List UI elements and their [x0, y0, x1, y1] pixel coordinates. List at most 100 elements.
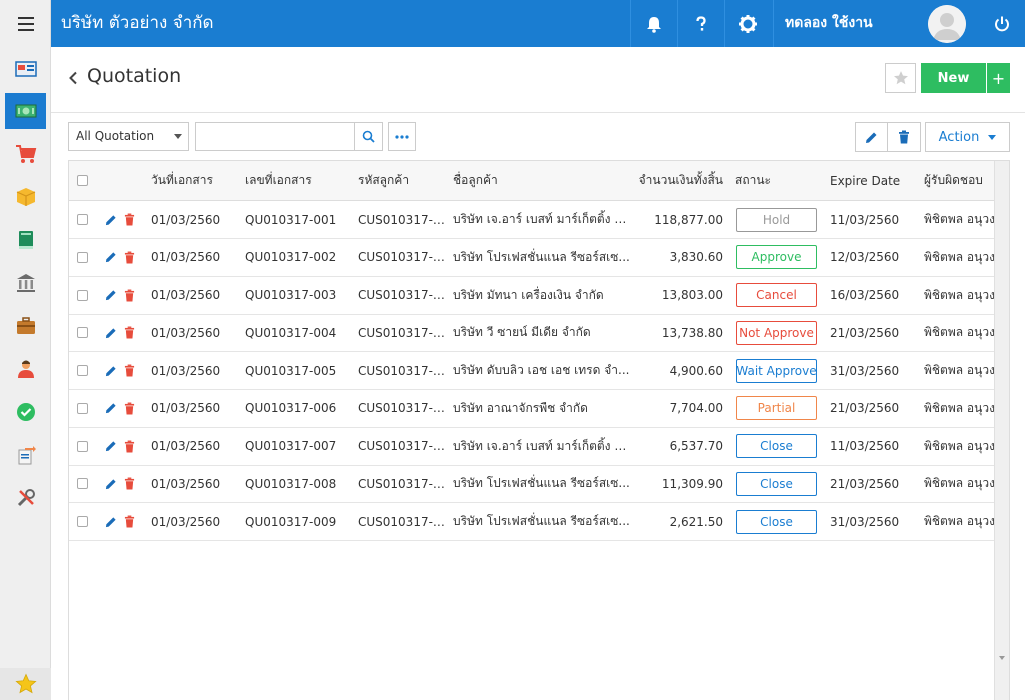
- row-checkbox[interactable]: [77, 214, 88, 225]
- avatar[interactable]: [928, 5, 966, 43]
- row-delete-button[interactable]: [124, 239, 138, 276]
- notifications-button[interactable]: [630, 0, 677, 47]
- favorites-button[interactable]: [0, 668, 51, 700]
- sidebar-item-inventory[interactable]: [5, 179, 46, 215]
- menu-toggle-button[interactable]: [0, 0, 51, 47]
- row-delete-button[interactable]: [124, 352, 138, 389]
- cell-status: Close: [736, 503, 826, 540]
- row-edit-button[interactable]: [105, 239, 121, 276]
- column-header-doc-no[interactable]: เลขที่เอกสาร: [245, 161, 355, 200]
- row-checkbox[interactable]: [77, 327, 88, 339]
- customer-code-text: CUS010317-0...: [358, 476, 450, 491]
- cell-doc-no[interactable]: QU010317-008: [245, 465, 355, 502]
- row-edit-button[interactable]: [105, 465, 121, 502]
- table-row[interactable]: 01/03/2560 QU010317-001 CUS010317-0... บริษ…: [69, 201, 995, 239]
- row-edit-button[interactable]: [105, 314, 121, 351]
- column-header-owner[interactable]: ผู้รับผิดชอบ: [924, 161, 995, 200]
- row-edit-button[interactable]: [105, 390, 121, 427]
- row-checkbox[interactable]: [77, 289, 88, 301]
- cell-status: Approve: [736, 239, 826, 276]
- user-name[interactable]: ทดลอง ใช้งาน: [773, 0, 923, 47]
- search-button[interactable]: [355, 122, 383, 151]
- cell-doc-no[interactable]: QU010317-003: [245, 277, 355, 314]
- cell-owner: พิชิตพล อนุวงศ์: [924, 287, 995, 302]
- scroll-down-icon[interactable]: [999, 656, 1005, 660]
- table-row[interactable]: 01/03/2560 QU010317-002 CUS010317-0... บริษ…: [69, 239, 995, 277]
- new-options-button[interactable]: +: [987, 63, 1010, 93]
- column-header-expire-date[interactable]: Expire Date: [830, 161, 920, 200]
- bulk-edit-button[interactable]: [855, 122, 888, 152]
- column-header-amount[interactable]: จำนวนเงินทั้งสิ้น: [636, 161, 723, 200]
- sidebar-item-approval[interactable]: [5, 394, 46, 430]
- column-header-customer-code[interactable]: รหัสลูกค้า: [358, 161, 450, 200]
- quotation-filter-select[interactable]: All Quotation: [68, 122, 189, 151]
- cell-doc-no[interactable]: QU010317-005: [245, 352, 355, 389]
- sidebar-item-purchase[interactable]: [5, 136, 46, 172]
- cell-doc-no[interactable]: QU010317-001: [245, 201, 355, 238]
- cell-status: Wait Approve: [736, 352, 826, 389]
- favorite-page-button[interactable]: [885, 63, 916, 93]
- table-row[interactable]: 01/03/2560 QU010317-008 CUS010317-0... บริษ…: [69, 465, 995, 504]
- row-delete-button[interactable]: [124, 465, 138, 502]
- vertical-scrollbar[interactable]: [994, 161, 1009, 700]
- column-header-date[interactable]: วันที่เอกสาร: [151, 161, 241, 200]
- row-edit-button[interactable]: [105, 277, 121, 314]
- bulk-delete-button[interactable]: [888, 122, 921, 152]
- table-row[interactable]: 01/03/2560 QU010317-003 CUS010317-0... บริษ…: [69, 277, 995, 315]
- cell-doc-no[interactable]: QU010317-009: [245, 503, 355, 540]
- row-delete-button[interactable]: [124, 428, 138, 465]
- search-input[interactable]: [195, 122, 355, 151]
- table-row[interactable]: 01/03/2560 QU010317-007 CUS010317-0... บริษ…: [69, 428, 995, 466]
- row-edit-button[interactable]: [105, 201, 121, 238]
- new-quotation-button[interactable]: New: [921, 63, 986, 93]
- select-all-checkbox[interactable]: [77, 175, 88, 186]
- settings-button[interactable]: [724, 0, 771, 47]
- table-row[interactable]: 01/03/2560 QU010317-005 CUS010317-0... บริษ…: [69, 352, 995, 390]
- trash-icon: [124, 440, 135, 452]
- row-delete-button[interactable]: [124, 390, 138, 427]
- row-checkbox[interactable]: [77, 402, 88, 414]
- cell-date: 01/03/2560: [151, 363, 221, 378]
- row-checkbox[interactable]: [77, 251, 88, 263]
- pencil-icon: [105, 214, 116, 225]
- dashboard-icon: [14, 61, 37, 77]
- row-delete-button[interactable]: [124, 201, 138, 238]
- cell-doc-no[interactable]: QU010317-002: [245, 239, 355, 276]
- cell-doc-no[interactable]: QU010317-006: [245, 390, 355, 427]
- sidebar-item-banking[interactable]: [5, 265, 46, 301]
- row-edit-button[interactable]: [105, 352, 121, 389]
- sidebar-item-assets[interactable]: [5, 308, 46, 344]
- row-delete-button[interactable]: [124, 314, 138, 351]
- column-header-status[interactable]: สถานะ: [735, 161, 825, 200]
- logout-button[interactable]: [979, 0, 1025, 47]
- cell-date: 01/03/2560: [151, 212, 221, 227]
- cell-doc-no[interactable]: QU010317-004: [245, 314, 355, 351]
- table-row[interactable]: 01/03/2560 QU010317-006 CUS010317-0... บริษ…: [69, 390, 995, 428]
- row-delete-button[interactable]: [124, 503, 138, 540]
- action-dropdown-button[interactable]: Action: [925, 122, 1010, 152]
- row-checkbox[interactable]: [77, 478, 88, 490]
- sidebar-item-accounting[interactable]: [5, 222, 46, 258]
- sidebar-item-settings-tools[interactable]: [5, 480, 46, 516]
- help-button[interactable]: [677, 0, 724, 47]
- sidebar-item-reports[interactable]: [5, 437, 46, 473]
- column-header-customer-name[interactable]: ชื่อลูกค้า: [453, 161, 633, 200]
- table-row[interactable]: 01/03/2560 QU010317-009 CUS010317-0... บริษ…: [69, 503, 995, 541]
- customer-name-text: บริษัท โปรเฟสชั่นแนล รีซอร์สเซ...: [453, 476, 630, 491]
- row-edit-button[interactable]: [105, 503, 121, 540]
- cell-status: Hold: [736, 201, 826, 238]
- briefcase-icon: [16, 317, 35, 334]
- sidebar-item-dashboard[interactable]: [5, 51, 46, 87]
- row-checkbox[interactable]: [77, 440, 88, 452]
- row-delete-button[interactable]: [124, 277, 138, 314]
- row-edit-button[interactable]: [105, 428, 121, 465]
- row-checkbox[interactable]: [77, 516, 88, 527]
- table-row[interactable]: 01/03/2560 QU010317-004 CUS010317-0... บริษ…: [69, 314, 995, 353]
- cell-doc-no[interactable]: QU010317-007: [245, 428, 355, 465]
- more-options-button[interactable]: [388, 122, 416, 151]
- cell-amount: 3,830.60: [669, 250, 723, 265]
- sidebar-item-hr[interactable]: [5, 351, 46, 387]
- sidebar-item-sales[interactable]: [5, 93, 46, 129]
- row-checkbox[interactable]: [77, 365, 88, 376]
- back-chevron-icon[interactable]: [67, 71, 79, 85]
